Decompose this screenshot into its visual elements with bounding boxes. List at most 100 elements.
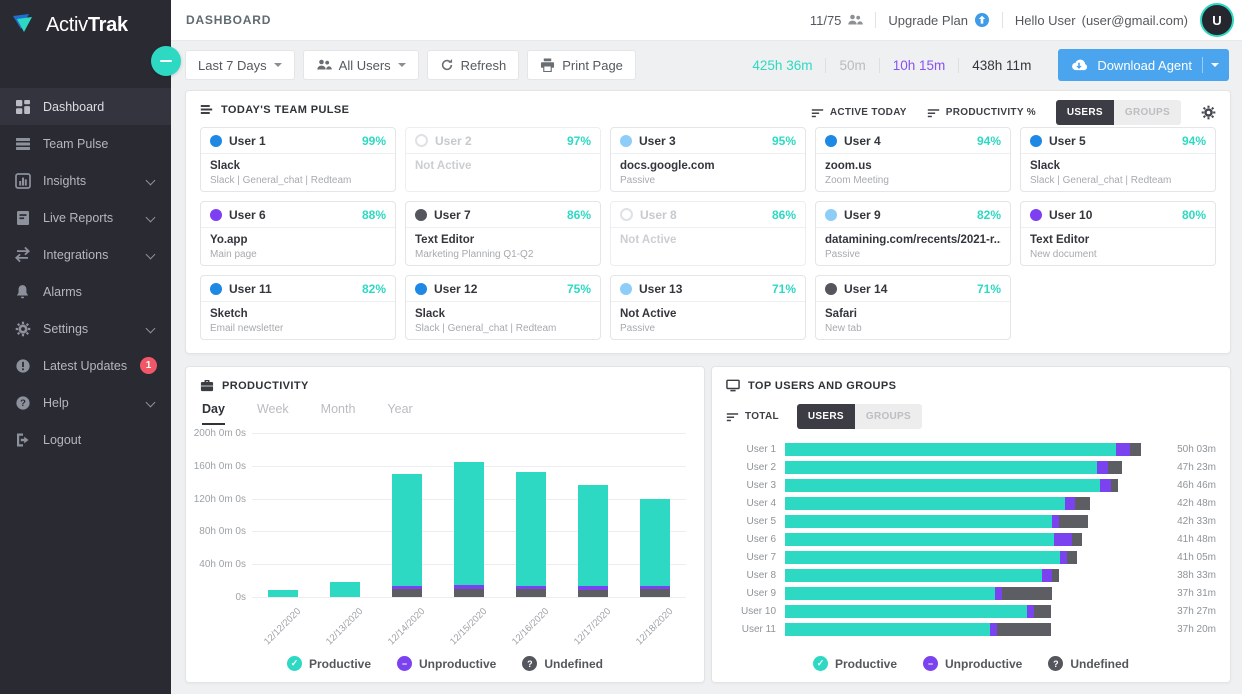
stacked-bar-12/16/2020[interactable] — [516, 472, 546, 597]
pulse-toggle-users[interactable]: USERS — [1056, 100, 1114, 125]
top-user-row[interactable]: User 838h 33m — [726, 569, 1216, 582]
tile-user-name: User 9 — [844, 208, 881, 222]
top-user-row[interactable]: User 937h 31m — [726, 587, 1216, 600]
user-filter-select[interactable]: All Users — [303, 50, 419, 80]
toolbar-stat-1: 425h 36m — [739, 58, 825, 73]
sidebar-item-latest-updates[interactable]: Latest Updates1 — [0, 347, 171, 384]
pulse-tile[interactable]: User 786%Text EditorMarketing Planning Q… — [405, 201, 601, 266]
sidebar-item-alarms[interactable]: Alarms — [0, 273, 171, 310]
row-total-time: 37h 20m — [1164, 624, 1216, 635]
tile-user-name: User 5 — [1049, 134, 1086, 148]
sidebar-item-integrations[interactable]: Integrations — [0, 236, 171, 273]
activtrak-logo[interactable]: ActivTrak — [0, 0, 171, 50]
sidebar-item-settings[interactable]: Settings — [0, 310, 171, 347]
sort-icon — [927, 106, 940, 119]
sidebar-item-logout[interactable]: Logout — [0, 421, 171, 458]
chevron-down-icon — [398, 63, 406, 67]
top-toggle-users[interactable]: USERS — [797, 404, 855, 429]
legend-item-productive: ✓Productive — [813, 656, 897, 671]
top-toggle-groups[interactable]: GROUPS — [855, 404, 922, 429]
refresh-button[interactable]: Refresh — [427, 50, 520, 80]
pulse-tile[interactable]: User 982%datamining.com/recents/2021-r..… — [815, 201, 1011, 266]
chart-x-axis-labels: 12/12/202012/13/202012/14/202012/15/2020… — [252, 601, 686, 643]
tile-activity-subtitle: Email newsletter — [210, 323, 386, 334]
pulse-tile[interactable]: User 1182%SketchEmail newsletter — [200, 275, 396, 340]
productivity-tabs: Day Week Month Year — [186, 392, 704, 425]
top-user-row[interactable]: User 247h 23m — [726, 461, 1216, 474]
pulse-tile[interactable]: User 1471%SafariNew tab — [815, 275, 1011, 340]
row-user-label: User 6 — [726, 534, 776, 545]
bar-segment-unproductive — [995, 587, 1002, 600]
pulse-tile[interactable]: User 297%Not Active — [405, 127, 601, 192]
total-sort[interactable]: TOTAL — [726, 410, 779, 423]
tile-activity-subtitle: Passive — [825, 249, 1001, 260]
top-user-row[interactable]: User 1137h 20m — [726, 623, 1216, 636]
sidebar-item-dashboard[interactable]: Dashboard — [0, 88, 171, 125]
gear-icon[interactable] — [1201, 105, 1216, 120]
top-user-row[interactable]: User 542h 33m — [726, 515, 1216, 528]
download-agent-button[interactable]: Download Agent — [1058, 49, 1229, 81]
pulse-tile[interactable]: User 494%zoom.usZoom Meeting — [815, 127, 1011, 192]
top-user-row[interactable]: User 442h 48m — [726, 497, 1216, 510]
top-user-row[interactable]: User 1037h 27m — [726, 605, 1216, 618]
tab-day[interactable]: Day — [202, 402, 225, 425]
active-today-sort[interactable]: ACTIVE TODAY — [811, 106, 907, 119]
bar-segment-undefined — [1067, 551, 1078, 564]
sidebar-item-help[interactable]: ?Help — [0, 384, 171, 421]
upgrade-plan[interactable]: Upgrade Plan — [888, 12, 990, 28]
stacked-bar-12/13/2020[interactable] — [330, 582, 360, 597]
row-total-time: 37h 31m — [1164, 588, 1216, 599]
stacked-bar-12/18/2020[interactable] — [640, 499, 670, 597]
sidebar-collapse-button[interactable] — [151, 46, 181, 76]
top-users-card: TOP USERS AND GROUPS TOTAL USERS GROUPS … — [711, 366, 1231, 683]
stacked-bar-12/12/2020[interactable] — [268, 590, 298, 597]
pulse-users-groups-toggle: USERS GROUPS — [1056, 100, 1181, 125]
tile-body: Text EditorNew document — [1021, 228, 1215, 260]
bar-segment-productive — [785, 461, 1097, 474]
pulse-tile[interactable]: User 1080%Text EditorNew document — [1020, 201, 1216, 266]
sidebar-item-live-reports[interactable]: Live Reports — [0, 199, 171, 236]
sidebar-item-team-pulse[interactable]: Team Pulse — [0, 125, 171, 162]
row-user-label: User 1 — [726, 444, 776, 455]
pulse-toggle-groups[interactable]: GROUPS — [1114, 100, 1181, 125]
date-range-select[interactable]: Last 7 Days — [185, 50, 295, 80]
top-user-row[interactable]: User 641h 48m — [726, 533, 1216, 546]
user-email: (user@gmail.com) — [1082, 13, 1188, 28]
chart-bars — [252, 433, 686, 597]
bar-segment-productive — [785, 533, 1054, 546]
pulse-tile[interactable]: User 594%SlackSlack | General_chat | Red… — [1020, 127, 1216, 192]
pulse-tile[interactable]: User 1371%Not ActivePassive — [610, 275, 806, 340]
pulse-tile[interactable]: User 886%Not Active — [610, 201, 806, 266]
bar-segment-unproductive — [1116, 443, 1130, 456]
cloud-download-icon — [1070, 58, 1089, 72]
tab-year[interactable]: Year — [387, 402, 412, 425]
stacked-bar-12/15/2020[interactable] — [454, 462, 484, 597]
pulse-tile[interactable]: User 688%Yo.appMain page — [200, 201, 396, 266]
avatar[interactable]: U — [1200, 3, 1234, 37]
sidebar-item-label: Help — [43, 396, 69, 410]
row-bar-track — [785, 551, 1155, 564]
bar-segment-productive — [330, 582, 360, 597]
pulse-tile[interactable]: User 1275%SlackSlack | General_chat | Re… — [405, 275, 601, 340]
tab-month[interactable]: Month — [321, 402, 356, 425]
sidebar-item-insights[interactable]: Insights — [0, 162, 171, 199]
tile-body: Not Active — [611, 228, 805, 249]
y-axis-tick-label: 40h 0m 0s — [199, 559, 246, 570]
top-user-row[interactable]: User 150h 03m — [726, 443, 1216, 456]
toolbar-stat-3: 10h 15m — [879, 58, 959, 73]
x-axis-tick: 12/16/2020 — [516, 601, 546, 643]
insights-icon — [14, 172, 31, 189]
integrations-icon — [14, 246, 31, 263]
productivity-sort[interactable]: PRODUCTIVITY % — [927, 106, 1036, 119]
bar-segment-undefined — [1075, 497, 1089, 510]
top-user-row[interactable]: User 346h 46m — [726, 479, 1216, 492]
print-page-button[interactable]: Print Page — [527, 50, 636, 80]
row-total-time: 42h 48m — [1164, 498, 1216, 509]
top-user-row[interactable]: User 741h 05m — [726, 551, 1216, 564]
pulse-tile[interactable]: User 199%SlackSlack | General_chat | Red… — [200, 127, 396, 192]
tab-week[interactable]: Week — [257, 402, 289, 425]
stacked-bar-12/14/2020[interactable] — [392, 474, 422, 597]
pulse-tile[interactable]: User 395%docs.google.comPassive — [610, 127, 806, 192]
stacked-bar-12/17/2020[interactable] — [578, 485, 608, 597]
tile-activity-title: Sketch — [210, 308, 386, 320]
